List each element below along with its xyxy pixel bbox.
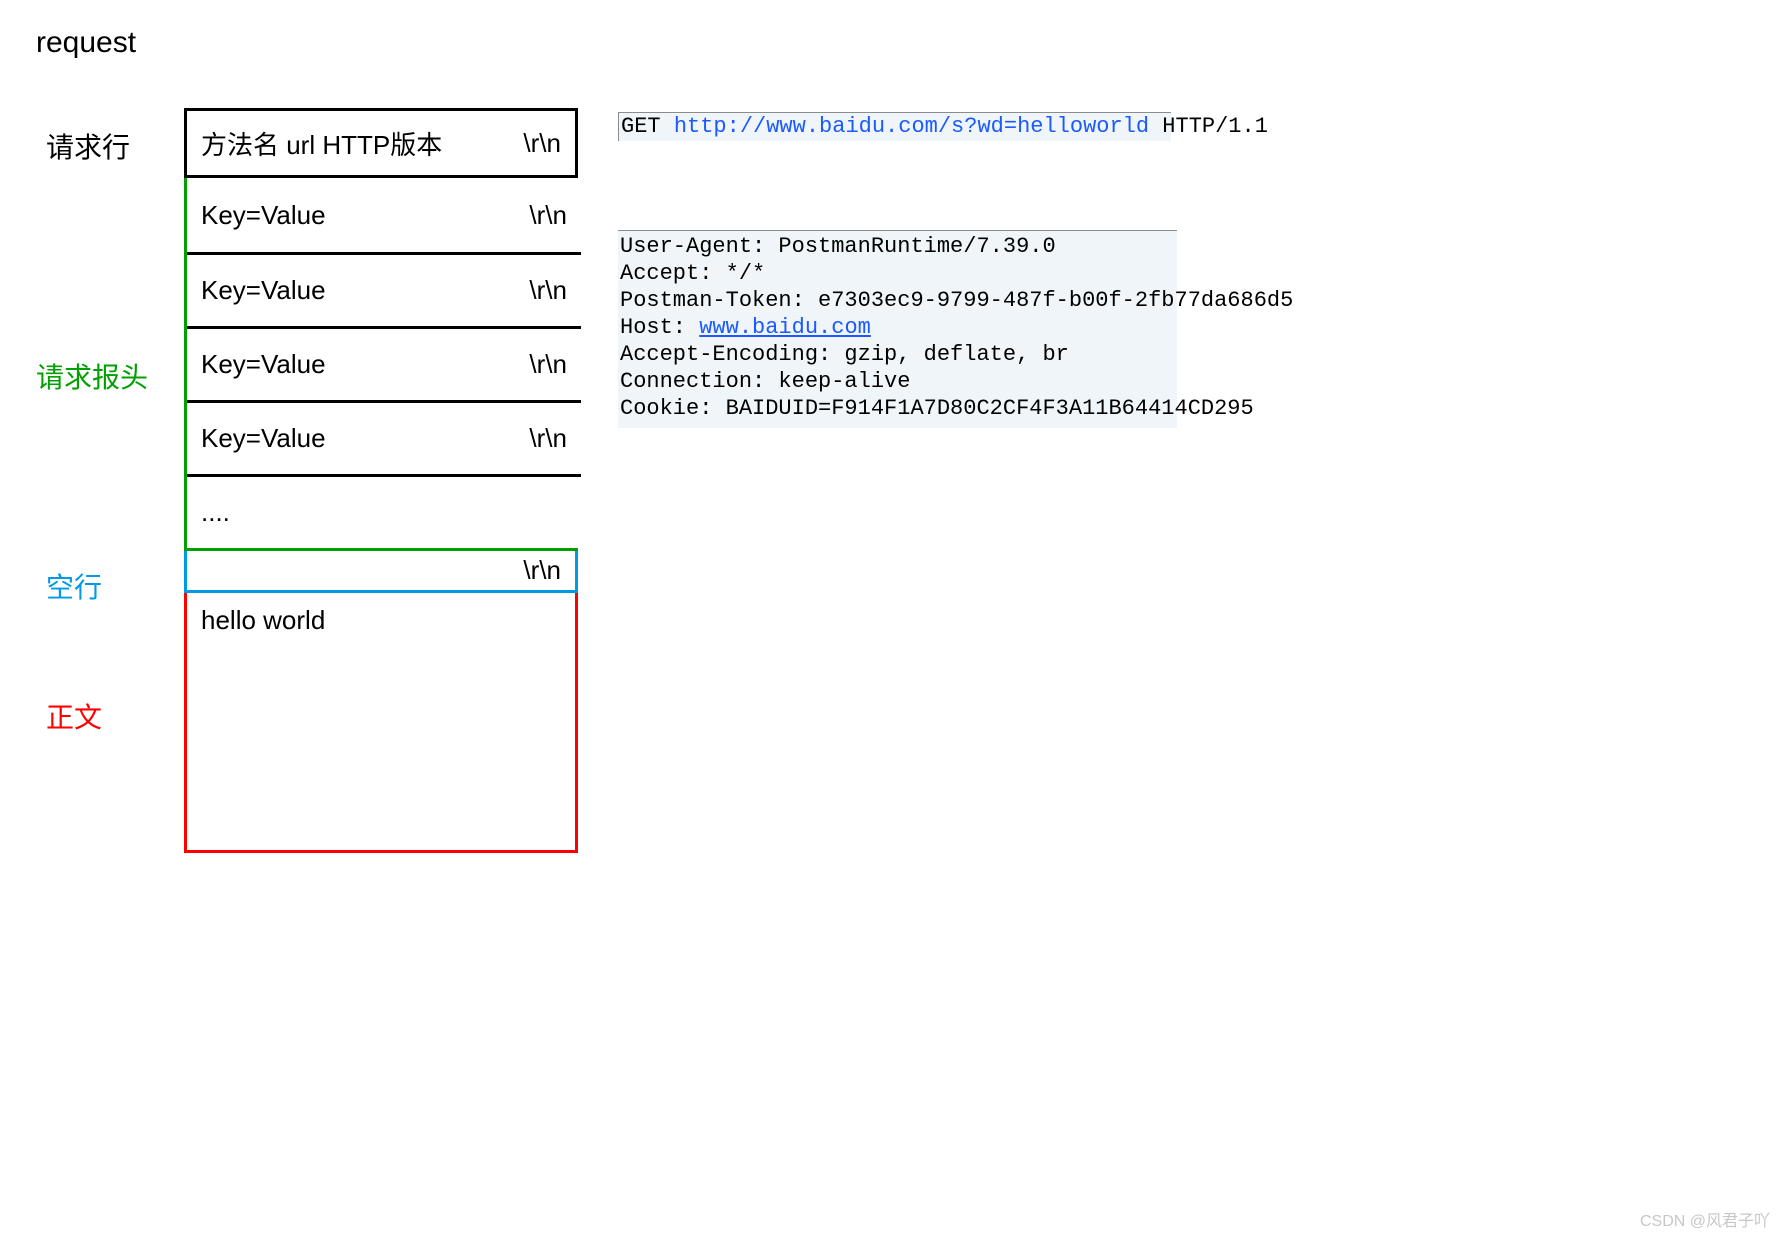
diagram-headers-group: Key=Value \r\n Key=Value \r\n Key=Value … [184,178,578,551]
header-kv: Key=Value [201,423,529,454]
crlf-marker: \r\n [523,555,561,586]
label-headers: 请求报头 [36,356,148,396]
watermark: CSDN @风君子吖 [1640,1207,1770,1231]
http-structure-diagram: 方法名 url HTTP版本 \r\n Key=Value \r\n Key=V… [184,108,578,853]
raw-url: http://www.baidu.com/s?wd=helloworld [674,114,1149,139]
crlf-marker: \r\n [529,349,567,380]
diagram-request-line: 方法名 url HTTP版本 \r\n [184,108,578,178]
page-title: request [36,26,136,60]
header-kv: Key=Value [201,200,529,231]
raw-host-link[interactable]: www.baidu.com [699,315,871,340]
request-line-text: 方法名 url HTTP版本 [201,125,523,162]
header-kv: Key=Value [201,275,529,306]
diagram-header-row: Key=Value \r\n [187,252,581,326]
label-body: 正文 [46,696,102,736]
diagram-header-row: Key=Value \r\n [187,178,581,252]
body-text: hello world [201,605,561,636]
crlf-marker: \r\n [529,423,567,454]
crlf-marker: \r\n [529,275,567,306]
header-kv: Key=Value [201,349,529,380]
diagram-header-row: Key=Value \r\n [187,400,581,474]
crlf-marker: \r\n [523,128,561,159]
diagram-empty-line: \r\n [184,551,578,593]
header-kv: .... [201,497,567,528]
raw-space [661,114,674,139]
diagram-header-ellipsis: .... [187,474,581,548]
crlf-marker: \r\n [529,200,567,231]
raw-method: GET [621,114,661,139]
diagram-body: hello world [184,593,578,853]
raw-request-line: GET http://www.baidu.com/s?wd=helloworld… [618,112,1171,141]
raw-http-version: HTTP/1.1 [1162,114,1268,139]
raw-space [1149,114,1162,139]
label-request-line: 请求行 [46,126,130,166]
diagram-header-row: Key=Value \r\n [187,326,581,400]
raw-headers-block: User-Agent: PostmanRuntime/7.39.0 Accept… [618,230,1177,428]
label-empty-line: 空行 [46,566,102,606]
